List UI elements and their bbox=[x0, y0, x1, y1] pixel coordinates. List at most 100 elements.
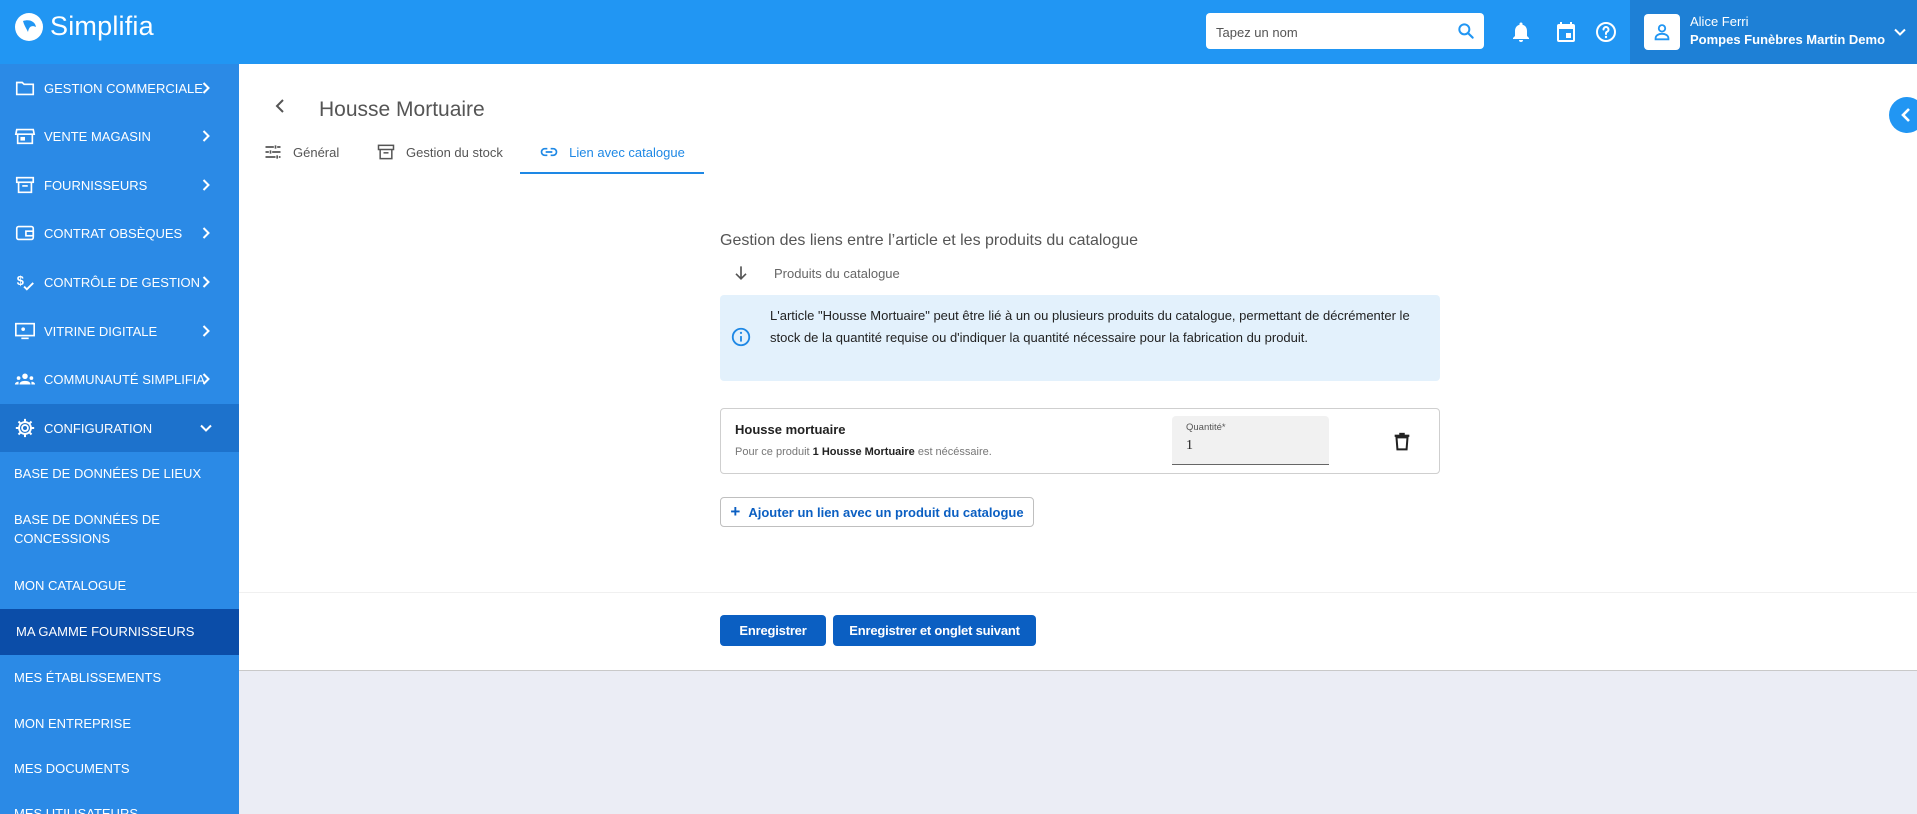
panel-toggle-button[interactable] bbox=[1889, 97, 1917, 133]
section-title: Gestion des liens entre l’article et les… bbox=[720, 232, 1139, 249]
tab-label: Lien avec catalogue bbox=[569, 144, 685, 160]
add-catalogue-link-button[interactable]: + Ajouter un lien avec un produit du cat… bbox=[720, 497, 1034, 527]
quantity-field: Quantité* bbox=[1172, 416, 1329, 465]
archive-icon bbox=[377, 144, 395, 160]
sidebar-subitem-base-concessions[interactable]: BASE DE DONNÉES DE CONCESSIONS bbox=[0, 510, 239, 550]
sidebar-item-vitrine-digitale[interactable]: VITRINE DIGITALE bbox=[0, 307, 239, 355]
sidebar-subitem-label: MON CATALOGUE bbox=[14, 578, 127, 593]
delete-icon[interactable] bbox=[1391, 431, 1413, 453]
sidebar-subitem-mes-documents[interactable]: MES DOCUMENTS bbox=[0, 759, 239, 785]
sidebar-item-label: COMMUNAUTÉ SIMPLIFIA bbox=[44, 371, 206, 387]
calendar-icon[interactable] bbox=[1554, 20, 1578, 44]
chevron-right-icon bbox=[202, 227, 210, 239]
chevron-right-icon bbox=[202, 325, 210, 337]
add-link-label: Ajouter un lien avec un produit du catal… bbox=[748, 504, 1024, 520]
avatar bbox=[1644, 14, 1680, 50]
search-box bbox=[1206, 13, 1484, 51]
sidebar-subitem-label: BASE DE DONNÉES DE CONCESSIONS bbox=[14, 512, 160, 546]
plus-icon: + bbox=[730, 502, 741, 521]
requirement-prefix: Pour ce produit bbox=[735, 446, 810, 458]
sidebar-subitem-mon-entreprise[interactable]: MON ENTREPRISE bbox=[0, 714, 239, 740]
sidebar-subitem-label: BASE DE DONNÉES DE LIEUX bbox=[14, 466, 202, 481]
wallet-icon bbox=[15, 225, 35, 241]
tune-icon bbox=[265, 145, 281, 159]
sidebar-subitem-mon-catalogue[interactable]: MON CATALOGUE bbox=[0, 576, 239, 602]
screen-icon bbox=[15, 322, 35, 340]
archive-icon bbox=[15, 176, 35, 194]
bell-icon[interactable] bbox=[1509, 20, 1533, 44]
sidebar-item-label: CONTRAT OBSÈQUES bbox=[44, 225, 183, 241]
back-arrow-icon[interactable] bbox=[269, 94, 293, 118]
user-menu[interactable]: Alice Ferri Pompes Funèbres Martin Demo bbox=[1630, 0, 1917, 64]
logo-icon bbox=[15, 12, 43, 41]
chevron-right-icon bbox=[202, 130, 210, 142]
requirement-quantity: 1 Housse Mortuaire bbox=[812, 446, 915, 458]
sidebar-subitem-mes-utilisateurs[interactable]: MES UTILISATEURS bbox=[0, 804, 239, 814]
user-company: Pompes Funèbres Martin Demo bbox=[1690, 32, 1886, 47]
sidebar-item-configuration[interactable]: CONFIGURATION bbox=[0, 404, 239, 452]
sidebar-item-label: FOURNISSEURS bbox=[44, 177, 148, 193]
gear-icon bbox=[15, 418, 35, 438]
sidebar-subitem-base-lieux[interactable]: BASE DE DONNÉES DE LIEUX bbox=[0, 464, 239, 490]
info-banner: L'article "Housse Mortuaire" peut être l… bbox=[720, 295, 1440, 381]
sidebar-item-gestion-commerciale[interactable]: GESTION COMMERCIALE bbox=[0, 64, 239, 112]
tab-general[interactable]: Général bbox=[263, 132, 339, 172]
tab-lien-avec-catalogue[interactable]: Lien avec catalogue bbox=[520, 132, 704, 174]
link-icon bbox=[540, 147, 558, 157]
sidebar-subitem-ma-gamme-fournisseurs[interactable]: MA GAMME FOURNISSEURS bbox=[0, 609, 239, 655]
divider bbox=[239, 592, 1917, 593]
requirement-suffix: est nécéssaire. bbox=[917, 446, 992, 458]
sidebar: GESTION COMMERCIALE VENTE MAGASIN FOURNI… bbox=[0, 64, 239, 814]
chevron-right-icon bbox=[202, 373, 210, 385]
sidebar-subitem-label: MES DOCUMENTS bbox=[14, 761, 130, 776]
sidebar-subitem-label: MA GAMME FOURNISSEURS bbox=[16, 624, 195, 639]
money-check-icon: $ bbox=[17, 273, 34, 291]
sidebar-item-contrat-obseques[interactable]: CONTRAT OBSÈQUES bbox=[0, 209, 239, 257]
group-icon bbox=[14, 373, 36, 385]
sidebar-item-label: GESTION COMMERCIALE bbox=[44, 80, 203, 96]
sidebar-subitem-label: MES ÉTABLISSEMENTS bbox=[14, 670, 162, 685]
sidebar-subitem-label: MON ENTREPRISE bbox=[14, 716, 132, 731]
chevron-right-icon bbox=[202, 276, 210, 288]
app-logo[interactable]: Simplifia bbox=[14, 11, 154, 42]
info-icon bbox=[731, 327, 751, 347]
product-requirement: Pour ce produit 1 Housse Mortuaire est n… bbox=[735, 446, 992, 458]
search-icon bbox=[1458, 23, 1474, 39]
save-button[interactable]: Enregistrer bbox=[720, 615, 826, 646]
product-name: Housse mortuaire bbox=[735, 422, 846, 437]
user-name: Alice Ferri bbox=[1690, 14, 1749, 29]
sidebar-item-label: VENTE MAGASIN bbox=[44, 128, 151, 144]
sidebar-item-fournisseurs[interactable]: FOURNISSEURS bbox=[0, 161, 239, 209]
save-next-tab-button[interactable]: Enregistrer et onglet suivant bbox=[833, 615, 1036, 646]
sidebar-item-label: VITRINE DIGITALE bbox=[44, 323, 158, 339]
section-subtitle: Produits du catalogue bbox=[774, 266, 900, 281]
tab-gestion-du-stock[interactable]: Gestion du stock bbox=[376, 132, 503, 172]
sidebar-item-vente-magasin[interactable]: VENTE MAGASIN bbox=[0, 112, 239, 160]
sidebar-subitem-label: MES UTILISATEURS bbox=[14, 806, 139, 814]
chevron-down-icon bbox=[1894, 28, 1906, 36]
top-bar: Simplifia Alice Ferri Pompes Funèbres Ma… bbox=[0, 0, 1917, 64]
user-icon bbox=[1654, 24, 1670, 41]
store-icon bbox=[14, 128, 36, 145]
sidebar-item-communaute-simplifia[interactable]: COMMUNAUTÉ SIMPLIFIA bbox=[0, 355, 239, 403]
svg-text:$: $ bbox=[17, 273, 24, 288]
quantity-input[interactable] bbox=[1186, 438, 1306, 454]
arrow-down-icon[interactable] bbox=[731, 263, 751, 283]
page-title: Housse Mortuaire bbox=[319, 98, 485, 121]
folder-icon bbox=[15, 81, 35, 96]
tab-label: Général bbox=[293, 144, 340, 160]
sidebar-item-controle-de-gestion[interactable]: $ CONTRÔLE DE GESTION bbox=[0, 258, 239, 306]
sidebar-subitem-mes-etablissements[interactable]: MES ÉTABLISSEMENTS bbox=[0, 668, 239, 694]
linked-product-card: Housse mortuaire Pour ce produit 1 Houss… bbox=[720, 408, 1440, 474]
chevron-right-icon bbox=[202, 82, 210, 94]
sidebar-item-label: CONTRÔLE DE GESTION bbox=[44, 274, 201, 290]
sidebar-item-label: CONFIGURATION bbox=[44, 420, 153, 436]
search-input[interactable] bbox=[1214, 13, 1443, 51]
info-text: L'article "Housse Mortuaire" peut être l… bbox=[770, 308, 1410, 345]
chevron-down-icon bbox=[200, 424, 212, 432]
help-icon[interactable] bbox=[1594, 20, 1618, 44]
tab-label: Gestion du stock bbox=[406, 144, 503, 160]
chevron-left-icon bbox=[1901, 108, 1910, 122]
search-button[interactable] bbox=[1448, 13, 1484, 49]
app-name: Simplifia bbox=[50, 11, 154, 41]
